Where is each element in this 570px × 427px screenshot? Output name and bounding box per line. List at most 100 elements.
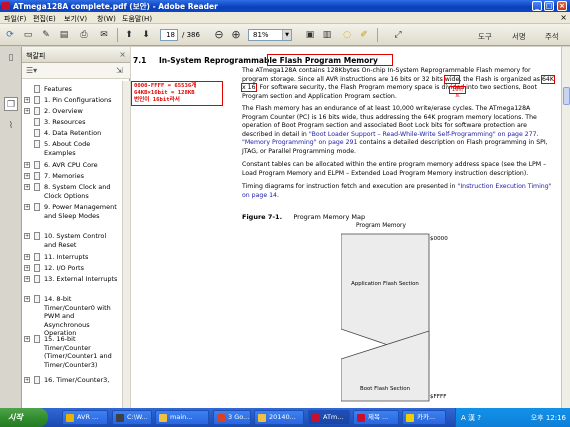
clock: 오후 12:16 — [530, 414, 566, 422]
zoom-select[interactable]: 81% ▼ — [248, 29, 292, 41]
zoom-out-icon[interactable]: ⊖ — [212, 28, 226, 42]
bookmark-page-icon — [34, 118, 40, 126]
previous-page-icon[interactable]: ⬆ — [122, 28, 136, 42]
zoom-in-icon[interactable]: ⊕ — [229, 28, 243, 42]
bookmark-page-icon — [34, 295, 40, 303]
wide-note-annotation[interactable]: 16비트 — [449, 86, 466, 99]
taskbar-button[interactable]: 카카... — [402, 410, 446, 425]
attachments-icon[interactable]: ⌇ — [4, 119, 18, 133]
menu-window[interactable]: 창(W) — [97, 14, 116, 24]
expand-toggle-icon[interactable]: + — [24, 265, 30, 271]
document-close-icon[interactable]: × — [560, 13, 567, 22]
expand-toggle-icon[interactable]: + — [24, 233, 30, 239]
expand-toggle-icon[interactable]: + — [24, 97, 30, 103]
expand-toggle-icon[interactable]: + — [24, 276, 30, 282]
para1-wide: wide — [443, 74, 461, 84]
document-page: 7.1 In-System Reprogrammable Flash Progr… — [131, 47, 561, 408]
email-icon[interactable]: ✉ — [97, 28, 111, 42]
taskbar-button-label: AVR ... — [77, 413, 99, 421]
bookmark-label: 10. System Control and Reset — [44, 232, 107, 249]
ime-indicator[interactable]: A 漢 ? — [461, 413, 481, 423]
taskbar-button-label: C:\W... — [127, 413, 148, 421]
taskbar-button[interactable]: main... — [155, 410, 209, 425]
taskbar-button[interactable]: 20140... — [254, 410, 304, 425]
para2-text-b: . — [536, 130, 539, 138]
menu-file[interactable]: 파일(F) — [4, 14, 26, 24]
highlight-annotation[interactable] — [267, 54, 393, 66]
para1-text-b: , the Flash is organized as — [459, 75, 540, 83]
fit-page-icon[interactable]: ▣ — [303, 28, 317, 42]
bookmark-list: Features +1. Pin Configurations +2. Overvi… — [22, 81, 122, 408]
taskbar-button[interactable]: AVR ... — [62, 410, 108, 425]
app-icon — [357, 414, 365, 422]
toolbar-separator — [377, 28, 378, 42]
figure-title: Program Memory — [356, 223, 406, 229]
edit-icon[interactable]: ✎ — [39, 28, 53, 42]
comment-bubble-icon[interactable]: ◌ — [340, 28, 354, 42]
save-icon[interactable]: ▤ — [57, 28, 71, 42]
menu-view[interactable]: 보기(V) — [64, 14, 87, 24]
bookmark-label: 13. External Interrupts — [44, 275, 118, 283]
taskbar-button[interactable]: ATm... — [308, 410, 350, 425]
expand-toggle-icon[interactable]: + — [24, 254, 30, 260]
boot-loader-link[interactable]: "Boot Loader Support – Read-While-Write … — [309, 131, 537, 138]
menu-bar: 파일(F) 편집(E) 보기(V) 창(W) 도움말(H) × — [0, 12, 570, 24]
page-thumbnails-icon[interactable]: ▯ — [4, 51, 18, 65]
print-icon[interactable]: ⎙ — [77, 28, 91, 42]
restore-button[interactable]: □ — [544, 1, 554, 11]
sticky-note-annotation[interactable]: 0000-FFFF = 65536개 64KB×16bit = 128KB 번인… — [131, 81, 223, 106]
expand-toggle-icon[interactable]: + — [24, 336, 30, 342]
open-icon[interactable]: ▭ — [21, 28, 35, 42]
expand-toggle-icon[interactable]: + — [24, 377, 30, 383]
bookmark-label: Features — [44, 85, 72, 93]
close-panel-icon[interactable]: × — [119, 50, 126, 59]
taskbar-button[interactable]: 제목 ... — [353, 410, 399, 425]
memory-programming-link[interactable]: "Memory Programming" on page 291 — [242, 139, 357, 146]
app-icon — [406, 414, 414, 422]
close-button[interactable]: × — [557, 1, 567, 11]
page-number-input[interactable]: 18 — [160, 29, 178, 41]
start-button[interactable]: 시작 — [0, 408, 48, 427]
next-page-icon[interactable]: ⬇ — [139, 28, 153, 42]
bookmark-page-icon — [34, 203, 40, 211]
expand-toggle-icon[interactable]: + — [24, 173, 30, 179]
taskbar-button[interactable]: 3 Go... — [213, 410, 251, 425]
menu-edit[interactable]: 편집(E) — [33, 14, 56, 24]
expand-toggle-icon[interactable]: + — [24, 296, 30, 302]
sign-button[interactable]: 서명 — [512, 31, 526, 42]
expand-toggle-icon[interactable]: + — [24, 184, 30, 190]
bookmark-label: 11. Interrupts — [44, 253, 89, 261]
scroll-mode-icon[interactable]: ▥ — [320, 28, 334, 42]
bookmarks-scrollbar[interactable] — [122, 81, 130, 408]
comment-button[interactable]: 주석 — [545, 31, 559, 42]
scrollbar-thumb[interactable] — [563, 87, 570, 105]
taskbar: 시작 AVR ... C:\W... main... 3 Go... 20140... A… — [0, 408, 570, 427]
bookmarks-icon[interactable]: ❒ — [4, 97, 18, 111]
expand-toggle-icon[interactable]: + — [24, 204, 30, 210]
minimize-button[interactable]: _ — [532, 1, 542, 11]
expand-bookmark-icon[interactable]: ⇲ — [116, 66, 123, 75]
menu-help[interactable]: 도움말(H) — [122, 14, 152, 24]
bookmark-label: 9. Power Management and Sleep Modes — [44, 203, 117, 220]
highlight-icon[interactable]: ✐ — [357, 28, 371, 42]
taskbar-button[interactable]: C:\W... — [112, 410, 152, 425]
options-icon[interactable]: ☰▾ — [26, 66, 37, 75]
expand-toggle-icon[interactable]: + — [24, 162, 30, 168]
bookmark-page-icon — [34, 264, 40, 272]
tools-button[interactable]: 도구 — [478, 31, 492, 42]
bookmark-page-icon — [34, 232, 40, 240]
bookmark-label: 8. System Clock and Clock Options — [44, 183, 111, 200]
program-memory-map: Application Flash Section Boot Flash Sec… — [341, 233, 430, 402]
expand-icon[interactable]: ⤢ — [391, 28, 405, 42]
bookmark-page-icon — [34, 129, 40, 137]
chevron-down-icon[interactable]: ▼ — [282, 30, 291, 40]
bookmark-label: 12. I/O Ports — [44, 264, 84, 272]
taskbar-button-label: 3 Go... — [228, 413, 250, 421]
expand-toggle-icon[interactable]: + — [24, 108, 30, 114]
create-pdf-icon[interactable]: ⟳ — [3, 28, 17, 42]
document-scrollbar[interactable] — [561, 47, 570, 408]
paragraph-2: The Flash memory has an endurance of at … — [242, 105, 558, 157]
taskbar-button-label: 20140... — [269, 413, 296, 421]
section-title-prefix: In-System Reprogrammable — [159, 56, 278, 65]
bookmark-page-icon — [34, 376, 40, 384]
